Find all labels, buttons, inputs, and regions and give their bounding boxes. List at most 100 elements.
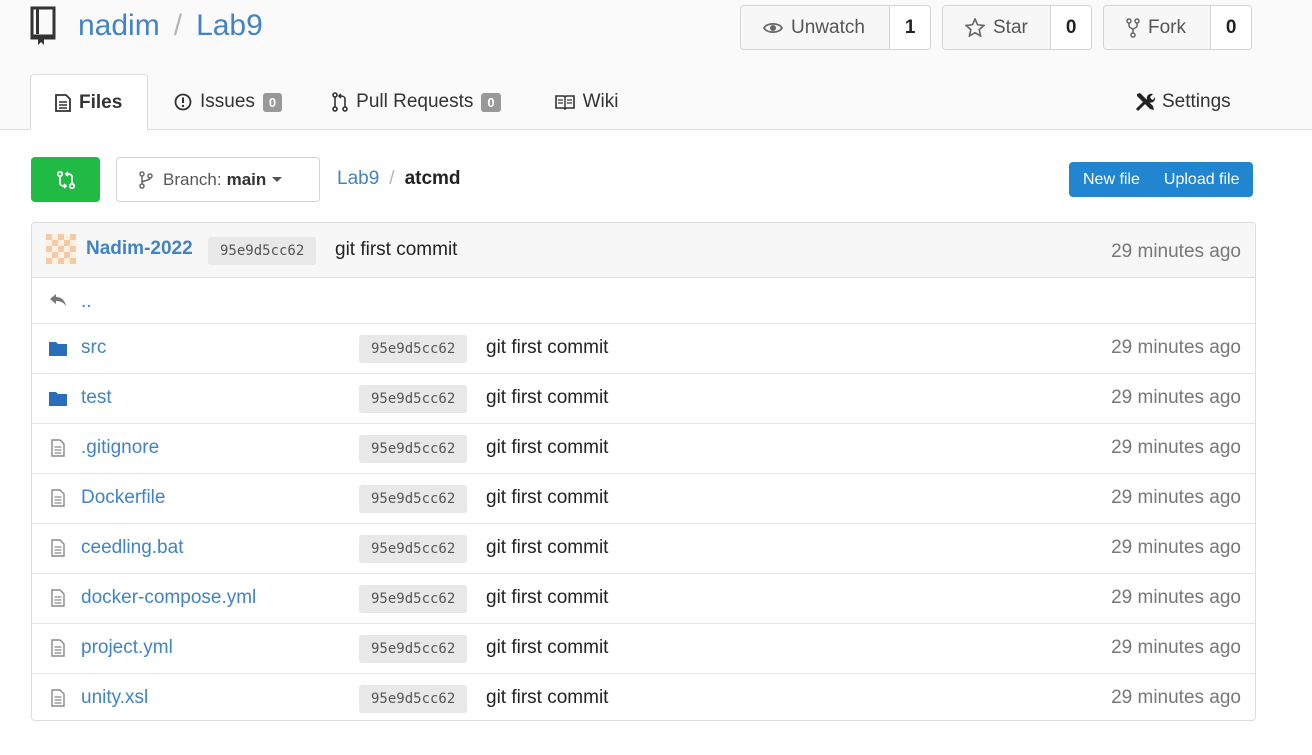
commit-sha[interactable]: 95e9d5cc62: [208, 237, 317, 265]
star-group: Star 0: [942, 5, 1092, 50]
breadcrumb-separator: /: [389, 168, 395, 189]
file-row[interactable]: src 95e9d5cc62 git first commit 29 minut…: [32, 324, 1255, 374]
tab-settings[interactable]: Settings: [1134, 74, 1231, 130]
file-icon: [49, 439, 67, 457]
file-row[interactable]: project.yml 95e9d5cc62 git first commit …: [32, 624, 1255, 674]
file-actions: New file Upload file: [1069, 162, 1253, 197]
fork-button[interactable]: Fork: [1104, 6, 1212, 49]
file-name-link[interactable]: docker-compose.yml: [81, 587, 256, 609]
parent-directory-link[interactable]: ..: [81, 291, 92, 313]
file-row[interactable]: Dockerfile 95e9d5cc62 git first commit 2…: [32, 474, 1255, 524]
file-list: Nadim-2022 95e9d5cc62 git first commit 2…: [31, 222, 1256, 721]
file-name-link[interactable]: test: [81, 387, 112, 409]
fork-icon: [1126, 17, 1140, 38]
file-row[interactable]: ceedling.bat 95e9d5cc62 git first commit…: [32, 524, 1255, 574]
file-commit-sha[interactable]: 95e9d5cc62: [359, 535, 468, 563]
branch-name: main: [226, 169, 267, 189]
tab-wiki[interactable]: Wiki: [525, 74, 643, 130]
file-name-link[interactable]: Dockerfile: [81, 487, 165, 509]
file-name-link[interactable]: project.yml: [81, 637, 173, 659]
watch-count[interactable]: 1: [890, 6, 930, 49]
avatar[interactable]: [46, 234, 76, 264]
tab-pull-requests-label: Pull Requests: [356, 91, 474, 112]
file-commit-age: 29 minutes ago: [1111, 537, 1241, 558]
new-file-button[interactable]: New file: [1069, 162, 1154, 197]
file-commit-age: 29 minutes ago: [1111, 487, 1241, 508]
commit-age: 29 minutes ago: [1111, 241, 1241, 262]
tab-files-label: Files: [79, 91, 123, 113]
tab-files[interactable]: Files: [30, 74, 148, 131]
file-commit-sha[interactable]: 95e9d5cc62: [359, 385, 468, 413]
eye-icon: [763, 22, 783, 33]
tools-icon: [1135, 93, 1156, 112]
branch-selector[interactable]: Branch: main: [116, 157, 320, 202]
star-button[interactable]: Star: [943, 6, 1052, 49]
file-commit-sha[interactable]: 95e9d5cc62: [359, 685, 468, 713]
file-icon: [49, 589, 67, 607]
file-commit-message: git first commit: [486, 387, 609, 408]
file-commit-age: 29 minutes ago: [1111, 687, 1241, 708]
issue-icon: [174, 93, 192, 111]
commit-author-link[interactable]: Nadim-2022: [86, 238, 193, 260]
file-row[interactable]: test 95e9d5cc62 git first commit 29 minu…: [32, 374, 1255, 424]
breadcrumb-current: atcmd: [404, 168, 461, 189]
star-label: Star: [993, 16, 1028, 38]
file-icon: [49, 689, 67, 707]
watch-group: Unwatch 1: [740, 5, 931, 50]
file-commit-message: git first commit: [486, 587, 609, 608]
file-commit-sha[interactable]: 95e9d5cc62: [359, 635, 468, 663]
tab-pull-requests[interactable]: Pull Requests 0: [306, 74, 524, 130]
fork-label: Fork: [1148, 16, 1186, 38]
breadcrumb: Lab9 / atcmd: [337, 168, 461, 190]
file-name-link[interactable]: src: [81, 337, 106, 359]
unwatch-label: Unwatch: [791, 16, 865, 38]
repo-tabs: Files Issues 0 Pull Requests 0 Wiki: [30, 74, 643, 131]
file-row[interactable]: docker-compose.yml 95e9d5cc62 git first …: [32, 574, 1255, 624]
breadcrumb-root-link[interactable]: Lab9: [337, 168, 379, 190]
parent-directory-row[interactable]: ..: [32, 278, 1255, 324]
branch-icon: [139, 170, 153, 189]
pulls-count-badge: 0: [481, 92, 501, 112]
latest-commit-bar: Nadim-2022 95e9d5cc62 git first commit 2…: [32, 223, 1255, 278]
file-icon: [49, 639, 67, 657]
file-name-link[interactable]: .gitignore: [81, 437, 159, 459]
book-open-icon: [554, 95, 575, 110]
repo-book-icon: [30, 6, 60, 46]
file-commit-message: git first commit: [486, 437, 609, 458]
folder-icon: [49, 389, 67, 407]
file-commit-sha[interactable]: 95e9d5cc62: [359, 585, 468, 613]
file-commit-sha[interactable]: 95e9d5cc62: [359, 335, 468, 363]
repo-title-separator: /: [173, 9, 183, 42]
file-commit-message: git first commit: [486, 337, 609, 358]
issues-count-badge: 0: [262, 92, 283, 112]
file-row[interactable]: .gitignore 95e9d5cc62 git first commit 2…: [32, 424, 1255, 474]
unwatch-button[interactable]: Unwatch: [741, 6, 891, 49]
upload-file-button[interactable]: Upload file: [1154, 162, 1253, 197]
file-commit-message: git first commit: [486, 637, 609, 658]
file-commit-age: 29 minutes ago: [1111, 337, 1241, 358]
file-commit-message: git first commit: [486, 537, 609, 558]
repo-title: nadim / Lab9: [30, 4, 263, 48]
fork-count[interactable]: 0: [1211, 6, 1251, 49]
compare-button[interactable]: [31, 157, 100, 202]
file-commit-sha[interactable]: 95e9d5cc62: [359, 435, 468, 463]
star-count[interactable]: 0: [1051, 6, 1091, 49]
file-commit-age: 29 minutes ago: [1111, 437, 1241, 458]
file-icon: [49, 489, 67, 507]
branch-prefix: Branch:: [163, 169, 222, 189]
repo-name-link[interactable]: Lab9: [196, 9, 263, 43]
compare-icon: [56, 170, 75, 189]
file-commit-sha[interactable]: 95e9d5cc62: [359, 485, 468, 513]
file-name-link[interactable]: ceedling.bat: [81, 537, 183, 559]
star-icon: [965, 18, 985, 37]
file-commit-age: 29 minutes ago: [1111, 637, 1241, 658]
file-text-icon: [55, 93, 71, 112]
tab-settings-label: Settings: [1162, 91, 1231, 112]
fork-group: Fork 0: [1103, 5, 1252, 50]
repo-owner-link[interactable]: nadim: [78, 9, 160, 43]
commit-message: git first commit: [335, 239, 458, 260]
tab-issues-label: Issues: [200, 91, 255, 112]
tab-issues[interactable]: Issues 0: [148, 74, 306, 130]
file-row[interactable]: unity.xsl 95e9d5cc62 git first commit 29…: [32, 674, 1255, 720]
file-name-link[interactable]: unity.xsl: [81, 687, 148, 709]
